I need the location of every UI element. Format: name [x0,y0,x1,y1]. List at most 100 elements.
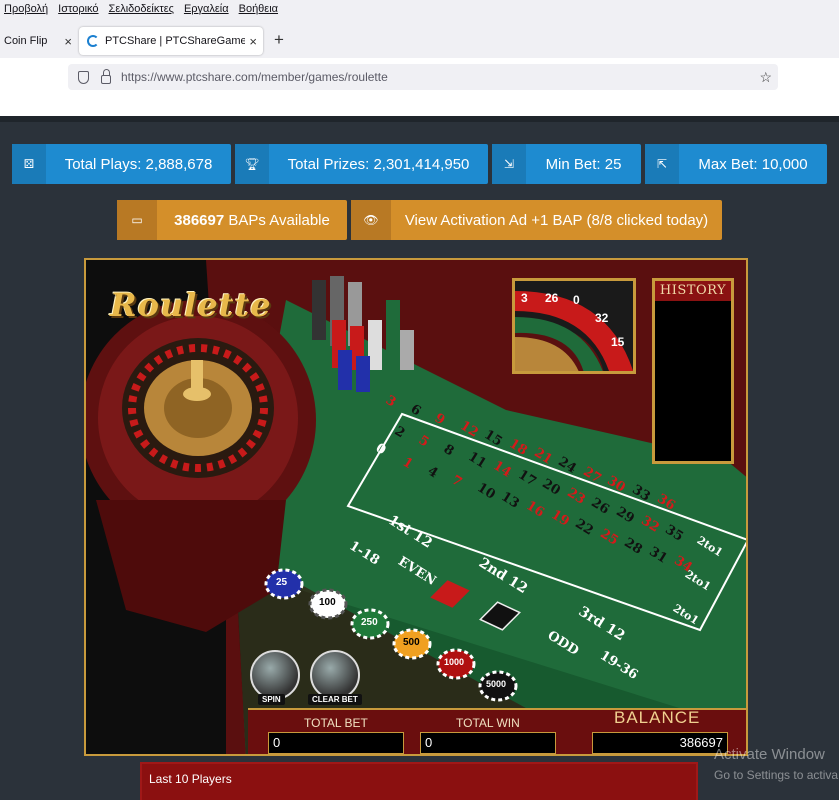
grid-number-9[interactable]: 9 [432,411,448,429]
activate-windows-hint: Go to Settings to activa [714,768,839,782]
url-host: https://www.ptcshare.com [121,70,258,84]
grid-number-13[interactable]: 13 [499,489,522,511]
grid-column-bet-1[interactable]: 2to1 [695,534,725,560]
preview-number-26: 26 [545,291,559,305]
grid-dozen-2[interactable]: 2nd 12 [476,555,530,597]
menu-help[interactable]: Βοήθεια [239,3,278,15]
menu-bookmarks[interactable]: Σελιδοδείκτες [109,3,174,15]
activation-ad-text: View Activation Ad +1 BAP (8/8 clicked t… [404,211,709,229]
grid-number-32[interactable]: 32 [638,513,661,535]
grid-number-24[interactable]: 24 [556,455,579,477]
grid-number-27[interactable]: 27 [580,464,603,486]
grid-number-6[interactable]: 6 [407,402,423,420]
clear-bet-button[interactable] [310,650,360,700]
activate-windows-title: Activate Window [714,746,825,763]
last-players-title: Last 10 Players [149,772,232,786]
betting-grid[interactable]: 0 3 6 9 12 15 18 21 24 27 30 33 36 2 5 8 11 14 17 20 23 26 29 3… [86,260,746,754]
grid-number-23[interactable]: 23 [564,486,587,508]
baps-available-button[interactable]: ▭ 386697 BAPs Available [117,200,347,240]
grid-number-1[interactable]: 1 [400,455,416,473]
grid-number-26[interactable]: 26 [589,495,612,517]
lock-icon[interactable] [101,68,111,84]
grid-number-4[interactable]: 4 [424,464,440,482]
grid-number-16[interactable]: 16 [523,498,546,520]
trophy-icon: 🏆︎ [235,144,269,184]
min-bet-stat: ⇲ Min Bet: 25 [492,144,641,184]
grid-number-28[interactable]: 28 [622,535,645,557]
grid-number-18[interactable]: 18 [506,436,529,458]
grid-column-bet-2[interactable]: 2to1 [683,568,713,594]
preview-number-0: 0 [573,293,580,307]
grid-number-25[interactable]: 25 [597,526,620,548]
grid-number-15[interactable]: 15 [482,427,505,449]
url-text[interactable]: https://www.ptcshare.com/member/games/ro… [121,70,388,84]
total-bet-label: TOTAL BET [304,716,368,730]
grid-zero[interactable]: 0 [373,441,389,459]
tab-title: PTCShare | PTCShareGames - Ro [105,35,245,47]
grid-number-12[interactable]: 12 [457,418,480,440]
baps-text: 386697 BAPs Available [157,212,347,229]
grid-number-11[interactable]: 11 [466,449,489,471]
history-panel: HISTORY [652,278,734,464]
grid-outside-odd[interactable]: ODD [545,628,582,659]
max-bet-text: Max Bet: 10,000 [698,155,808,173]
balance-label: BALANCE [614,708,701,727]
tab-strip: Coin Flip × PTCShare | PTCShareGames - R… [0,18,839,58]
preview-number-15: 15 [611,335,625,349]
menu-history[interactable]: Ιστορικό [58,3,98,15]
menu-view[interactable]: Προβολή [4,3,48,15]
total-bet-value: 0 [268,732,404,754]
money-icon: ▭ [117,200,157,240]
grid-number-17[interactable]: 17 [515,467,538,489]
shield-icon[interactable] [78,70,89,84]
clear-bet-label[interactable]: CLEAR BET [308,694,362,705]
activation-ad-button[interactable]: 👁︎ View Activation Ad +1 BAP (8/8 clicke… [351,200,722,240]
grid-outside-19-36[interactable]: 19-36 [597,648,640,683]
grid-number-35[interactable]: 35 [662,523,685,545]
new-tab-button[interactable]: + [274,30,284,50]
baps-count: 386697 [174,211,225,229]
grid-number-8[interactable]: 8 [440,442,456,460]
tab-roulette[interactable]: PTCShare | PTCShareGames - Ro × [79,27,263,55]
total-prizes-stat: 🏆︎ Total Prizes: 2,301,414,950 [235,144,488,184]
grid-number-21[interactable]: 21 [531,446,554,468]
dice-icon: ⚄ [12,144,46,184]
grid-number-14[interactable]: 14 [490,458,513,480]
wheel-preview: 3 26 0 32 15 [512,278,636,374]
roulette-game[interactable]: 25 100 250 500 1000 5000 0 3 6 9 12 15 18 21 24 2… [84,258,748,756]
total-prizes-text: Total Prizes: 2,301,414,950 [287,155,470,173]
grid-number-2[interactable]: 2 [391,424,407,442]
grid-number-36[interactable]: 36 [654,492,677,514]
grid-number-22[interactable]: 22 [573,517,596,539]
grid-number-20[interactable]: 20 [539,477,562,499]
grid-number-3[interactable]: 3 [383,393,399,411]
grid-number-19[interactable]: 19 [548,508,571,530]
roulette-logo: Roulette [110,286,272,324]
spin-button[interactable] [250,650,300,700]
grid-column-bet-3[interactable]: 2to1 [671,602,701,628]
grid-number-29[interactable]: 29 [613,504,636,526]
address-bar[interactable]: https://www.ptcshare.com/member/games/ro… [68,64,778,90]
menu-bar: Προβολή Ιστορικό Σελιδοδείκτες Εργαλεία … [0,0,839,18]
grid-number-30[interactable]: 30 [605,473,628,495]
spin-label[interactable]: SPIN [258,694,285,705]
close-icon[interactable]: × [249,34,257,49]
grid-dozen-3[interactable]: 3rd 12 [576,604,628,645]
page-content: ⚄ Total Plays: 2,888,678 🏆︎ Total Prizes… [0,116,839,800]
bookmark-star-icon[interactable]: ☆ [759,69,772,86]
grid-number-33[interactable]: 33 [629,482,652,504]
menu-tools[interactable]: Εργαλεία [184,3,229,15]
grid-outside-even[interactable]: EVEN [395,554,438,589]
balance-value: 386697 [592,732,728,754]
grid-number-31[interactable]: 31 [646,544,669,566]
history-title: HISTORY [655,281,731,301]
close-icon[interactable]: × [64,34,72,49]
tab-title: Coin Flip [4,35,48,47]
grid-outside-1-18[interactable]: 1-18 [346,539,382,569]
grid-number-7[interactable]: 7 [449,473,465,491]
grid-number-10[interactable]: 10 [474,480,497,502]
grid-dozen-1[interactable]: 1st 12 [385,512,435,551]
total-win-label: TOTAL WIN [456,716,520,730]
tab-coin-flip[interactable]: Coin Flip × [0,27,78,55]
grid-number-5[interactable]: 5 [416,433,432,451]
